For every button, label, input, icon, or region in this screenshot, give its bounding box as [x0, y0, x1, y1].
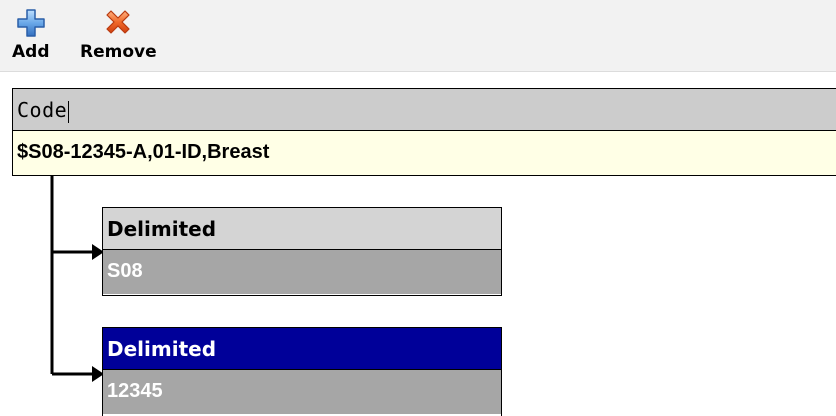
delimited-node-1-value: S08 — [103, 250, 501, 294]
delimited-node-1-header[interactable]: Delimited — [103, 208, 501, 250]
toolbar: Add Remove — [0, 0, 836, 72]
remove-label: Remove — [80, 42, 157, 62]
x-icon — [102, 6, 134, 40]
plus-icon — [15, 6, 47, 40]
delimited-node-2[interactable]: Delimited 12345 — [102, 327, 502, 416]
code-node-header[interactable]: Code — [13, 89, 836, 131]
add-button[interactable]: Add — [12, 6, 50, 68]
delimited-node-2-value: 12345 — [103, 370, 501, 414]
remove-button[interactable]: Remove — [80, 6, 157, 68]
delimited-node-2-header[interactable]: Delimited — [103, 328, 501, 370]
code-node-title: Code — [17, 98, 68, 122]
delimited-node-1[interactable]: Delimited S08 — [102, 207, 502, 296]
text-caret — [68, 100, 70, 123]
add-label: Add — [12, 42, 50, 62]
code-node[interactable]: Code $S08-12345-A,01-ID,Breast — [12, 88, 836, 176]
code-node-value: $S08-12345-A,01-ID,Breast — [13, 131, 836, 175]
